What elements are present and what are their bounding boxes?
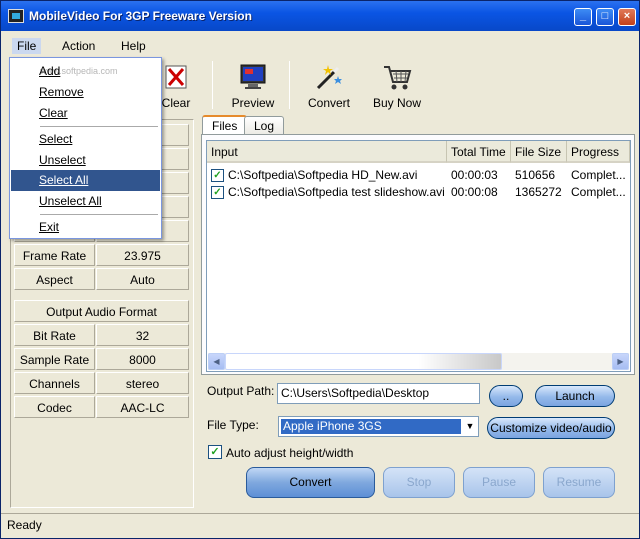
menu-item-remove[interactable]: Remove: [11, 82, 160, 103]
aspect-value: Auto: [96, 268, 189, 290]
status-text: Ready: [7, 518, 42, 532]
file-menu-dropdown: www.softpedia.com Add Remove Clear Selec…: [9, 57, 162, 239]
tab-files[interactable]: Files: [202, 115, 248, 135]
toolbar-separator: [212, 61, 213, 109]
codec-value: AAC-LC: [96, 396, 189, 418]
frame-rate-value: 23.975: [96, 244, 189, 266]
main-window: MobileVideo For 3GP Freeware Version _ □…: [0, 0, 640, 539]
menu-item-unselect[interactable]: Unselect: [11, 150, 160, 171]
menu-item-add[interactable]: Add: [11, 61, 160, 82]
close-button[interactable]: ×: [618, 8, 636, 26]
aspect-label: Aspect: [14, 268, 95, 290]
files-tab-panel: Input Total Time File Size Progress ✓ C:…: [201, 134, 635, 375]
channels-value: stereo: [96, 372, 189, 394]
buy-now-button[interactable]: Buy Now: [369, 62, 425, 110]
clear-button-label: Clear: [161, 96, 191, 110]
file-type-select[interactable]: Apple iPhone 3GS ▼: [278, 416, 479, 437]
table-row[interactable]: ✓ C:\Softpedia\Softpedia test slideshow.…: [207, 184, 627, 201]
audio-format-header: Output Audio Format: [14, 300, 189, 322]
shopping-cart-icon: [382, 62, 412, 92]
chevron-down-icon[interactable]: ▼: [463, 418, 477, 435]
output-path-label: Output Path:: [207, 384, 275, 398]
file-list[interactable]: Input Total Time File Size Progress ✓ C:…: [206, 140, 631, 372]
menu-item-clear[interactable]: Clear: [11, 103, 160, 124]
menu-item-exit[interactable]: Exit: [11, 217, 160, 238]
auto-adjust-label: Auto adjust height/width: [226, 446, 354, 460]
clear-button[interactable]: Clear: [156, 62, 196, 110]
menu-item-select[interactable]: Select: [11, 129, 160, 150]
file-type-label: File Type:: [207, 418, 259, 432]
launch-button[interactable]: Launch: [535, 385, 615, 407]
scroll-thumb[interactable]: [225, 353, 502, 370]
row-checkbox[interactable]: ✓: [211, 186, 224, 199]
sample-rate-value: 8000: [96, 348, 189, 370]
column-header-progress[interactable]: Progress: [567, 141, 630, 163]
window-title: MobileVideo For 3GP Freeware Version: [29, 9, 252, 23]
title-bar[interactable]: MobileVideo For 3GP Freeware Version _ □…: [1, 1, 639, 31]
browse-button[interactable]: ..: [489, 385, 523, 407]
menu-help[interactable]: Help: [116, 38, 151, 54]
menu-action[interactable]: Action: [57, 38, 100, 54]
magic-wand-icon: [314, 62, 344, 92]
toolbar-separator: [289, 61, 290, 109]
row-total-time: 00:00:08: [451, 185, 498, 199]
output-path-input[interactable]: C:\Users\Softpedia\Desktop: [277, 383, 480, 404]
column-header-total-time[interactable]: Total Time: [447, 141, 511, 163]
customize-button[interactable]: Customize video/audio: [487, 417, 615, 439]
menu-separator: [40, 214, 158, 215]
column-header-input[interactable]: Input: [207, 141, 447, 163]
codec-label: Codec: [14, 396, 95, 418]
monitor-icon: [238, 62, 268, 92]
clear-x-icon: [161, 62, 191, 92]
row-file-size: 1365272: [515, 185, 562, 199]
row-input: C:\Softpedia\Softpedia test slideshow.av…: [228, 185, 445, 199]
convert-toolbar-button[interactable]: Convert: [303, 62, 355, 110]
convert-toolbar-label: Convert: [307, 96, 351, 110]
row-progress: Complet...: [571, 168, 626, 182]
resume-button[interactable]: Resume: [543, 467, 615, 498]
pause-button[interactable]: Pause: [463, 467, 535, 498]
menu-bar: File Action Help: [1, 36, 639, 56]
file-type-selected-value: Apple iPhone 3GS: [281, 419, 461, 434]
buy-now-label: Buy Now: [372, 96, 422, 110]
scroll-right-arrow-icon[interactable]: ▶: [612, 353, 629, 370]
column-header-file-size[interactable]: File Size: [511, 141, 567, 163]
maximize-button[interactable]: □: [596, 8, 614, 26]
row-checkbox[interactable]: ✓: [211, 169, 224, 182]
menu-item-select-all[interactable]: Select All: [11, 170, 160, 191]
bit-rate-value: 32: [96, 324, 189, 346]
row-file-size: 510656: [515, 168, 556, 182]
menu-separator: [40, 126, 158, 127]
tab-log[interactable]: Log: [244, 116, 285, 134]
frame-rate-label: Frame Rate: [14, 244, 95, 266]
row-input: C:\Softpedia\Softpedia HD_New.avi: [228, 168, 418, 182]
table-row[interactable]: ✓ C:\Softpedia\Softpedia HD_New.avi 00:0…: [207, 167, 627, 184]
scroll-left-arrow-icon[interactable]: ◀: [208, 353, 225, 370]
preview-button[interactable]: Preview: [226, 62, 280, 110]
menu-file[interactable]: File: [12, 38, 42, 54]
stop-button[interactable]: Stop: [383, 467, 455, 498]
minimize-button[interactable]: _: [574, 8, 592, 26]
channels-label: Channels: [14, 372, 95, 394]
row-progress: Complet...: [571, 185, 626, 199]
app-icon: [8, 9, 24, 23]
menu-item-unselect-all[interactable]: Unselect All: [11, 191, 160, 212]
convert-button[interactable]: Convert: [246, 467, 375, 498]
horizontal-scrollbar[interactable]: ◀ ▶: [208, 353, 629, 370]
bit-rate-label: Bit Rate: [14, 324, 95, 346]
preview-button-label: Preview: [231, 96, 275, 110]
status-bar: Ready: [1, 513, 639, 538]
sample-rate-label: Sample Rate: [14, 348, 95, 370]
row-total-time: 00:00:03: [451, 168, 498, 182]
auto-adjust-checkbox[interactable]: ✓: [208, 445, 222, 459]
